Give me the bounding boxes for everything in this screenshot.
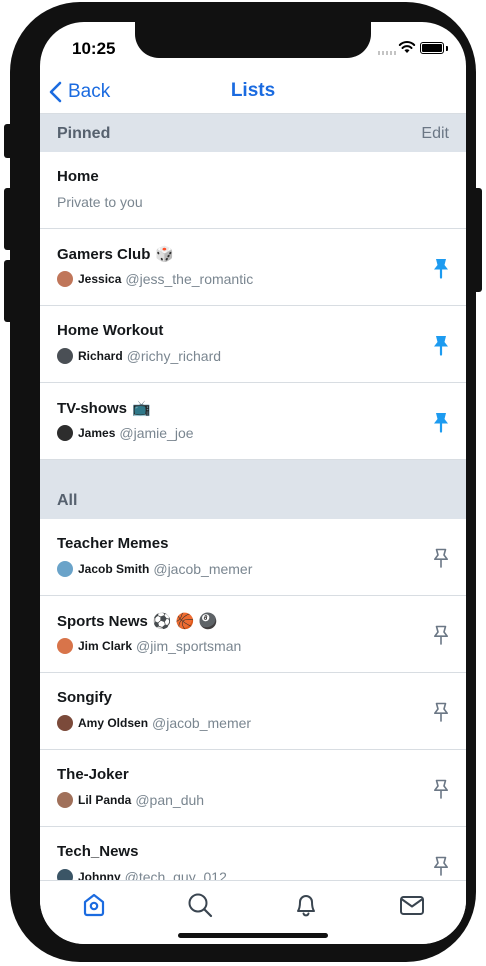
notch	[135, 22, 371, 58]
pin-button[interactable]	[432, 778, 450, 800]
list-owner: James @jamie_joe	[57, 425, 194, 441]
battery-icon	[420, 42, 444, 54]
avatar	[57, 348, 73, 364]
pin-button[interactable]	[432, 547, 450, 569]
avatar	[57, 715, 73, 731]
list-name: Songify	[57, 689, 112, 706]
owner-handle: @jess_the_romantic	[125, 271, 254, 287]
list-item[interactable]: Teacher Memes Jacob Smith @jacob_memer	[40, 519, 466, 596]
pin-outline-icon	[434, 625, 448, 645]
tab-search[interactable]	[182, 889, 218, 921]
search-icon	[188, 893, 213, 918]
pin-button[interactable]	[432, 855, 450, 877]
list-emoji: ⚽ 🏀 🎱	[152, 613, 218, 630]
list-owner: Lil Panda @pan_duh	[57, 792, 204, 808]
owner-handle: @pan_duh	[135, 792, 205, 808]
list-name: Teacher Memes	[57, 535, 169, 552]
pinned-section-title: Pinned	[57, 125, 111, 142]
pin-filled-icon	[434, 413, 448, 433]
list-item[interactable]: Gamers Club 🎲 Jessica @jess_the_romantic	[40, 229, 466, 306]
home-indicator	[178, 933, 328, 938]
pin-filled-icon	[434, 259, 448, 279]
list-item-home[interactable]: Home Private to you	[40, 152, 466, 229]
list-subtitle: Private to you	[57, 194, 143, 210]
phone-frame: 10:25 Back Lists Pinned Edit Home Privat…	[10, 2, 476, 962]
avatar	[57, 271, 73, 287]
list-owner: Richard @richy_richard	[57, 348, 221, 364]
owner-handle: @jacob_memer	[152, 715, 252, 731]
owner-handle: @jamie_joe	[119, 425, 194, 441]
tab-messages[interactable]	[394, 889, 430, 921]
owner-handle: @richy_richard	[126, 348, 222, 364]
list-emoji: 🎲	[155, 246, 175, 263]
owner-name: Jim Clark	[78, 639, 133, 653]
owner-name: Lil Panda	[78, 793, 132, 807]
list-name: The-Joker	[57, 766, 129, 783]
all-section-header: All	[40, 460, 466, 519]
list-item[interactable]: Home Workout Richard @richy_richard	[40, 306, 466, 383]
tab-notifications[interactable]	[288, 889, 324, 921]
edit-button[interactable]: Edit	[421, 125, 449, 143]
status-time: 10:25	[72, 39, 116, 58]
owner-name: Jacob Smith	[78, 562, 150, 576]
list-name: Home	[57, 168, 99, 185]
list-name: Gamers Club 🎲	[57, 245, 175, 264]
list-name: Home Workout	[57, 322, 164, 339]
pinned-section-header: Pinned Edit	[40, 114, 466, 152]
tab-bar	[40, 880, 466, 944]
list-owner: Jim Clark @jim_sportsman	[57, 638, 241, 654]
owner-name: James	[78, 426, 116, 440]
list-item[interactable]: TV-shows 📺 James @jamie_joe	[40, 383, 466, 460]
pin-outline-icon	[434, 548, 448, 568]
owner-handle: @jim_sportsman	[136, 638, 242, 654]
wifi-icon	[398, 41, 416, 53]
battery-cap	[446, 46, 448, 51]
list-owner: Amy Oldsen @jacob_memer	[57, 715, 251, 731]
list-name: TV-shows 📺	[57, 399, 151, 418]
list-item[interactable]: Sports News ⚽ 🏀 🎱 Jim Clark @jim_sportsman	[40, 596, 466, 673]
signal-icon	[378, 51, 396, 55]
list-owner: Jessica @jess_the_romantic	[57, 271, 253, 287]
list-owner: Jacob Smith @jacob_memer	[57, 561, 252, 577]
home-icon	[83, 893, 105, 917]
owner-name: Jessica	[78, 272, 122, 286]
unpin-button[interactable]	[432, 411, 450, 433]
list-item[interactable]: Songify Amy Oldsen @jacob_memer	[40, 673, 466, 750]
list-name: Sports News ⚽ 🏀 🎱	[57, 612, 218, 631]
avatar	[57, 638, 73, 654]
tab-home[interactable]	[76, 889, 112, 921]
list-item[interactable]: The-Joker Lil Panda @pan_duh	[40, 750, 466, 827]
avatar	[57, 792, 73, 808]
list-emoji: 📺	[132, 400, 151, 417]
all-section-title: All	[57, 492, 78, 509]
pin-button[interactable]	[432, 701, 450, 723]
owner-name: Richard	[78, 349, 123, 363]
pin-button[interactable]	[432, 624, 450, 646]
nav-bar: Back Lists	[40, 66, 466, 114]
pin-filled-icon	[434, 336, 448, 356]
owner-handle: @jacob_memer	[153, 561, 253, 577]
avatar	[57, 561, 73, 577]
page-title: Lists	[230, 80, 276, 101]
bell-icon	[297, 895, 315, 917]
pin-outline-icon	[434, 856, 448, 876]
avatar	[57, 425, 73, 441]
unpin-button[interactable]	[432, 334, 450, 356]
pin-outline-icon	[434, 702, 448, 722]
list-name: Tech_News	[57, 843, 139, 860]
pin-outline-icon	[434, 779, 448, 799]
unpin-button[interactable]	[432, 257, 450, 279]
mail-icon	[400, 896, 424, 915]
screen: 10:25 Back Lists Pinned Edit Home Privat…	[40, 22, 466, 944]
owner-name: Amy Oldsen	[78, 716, 149, 730]
